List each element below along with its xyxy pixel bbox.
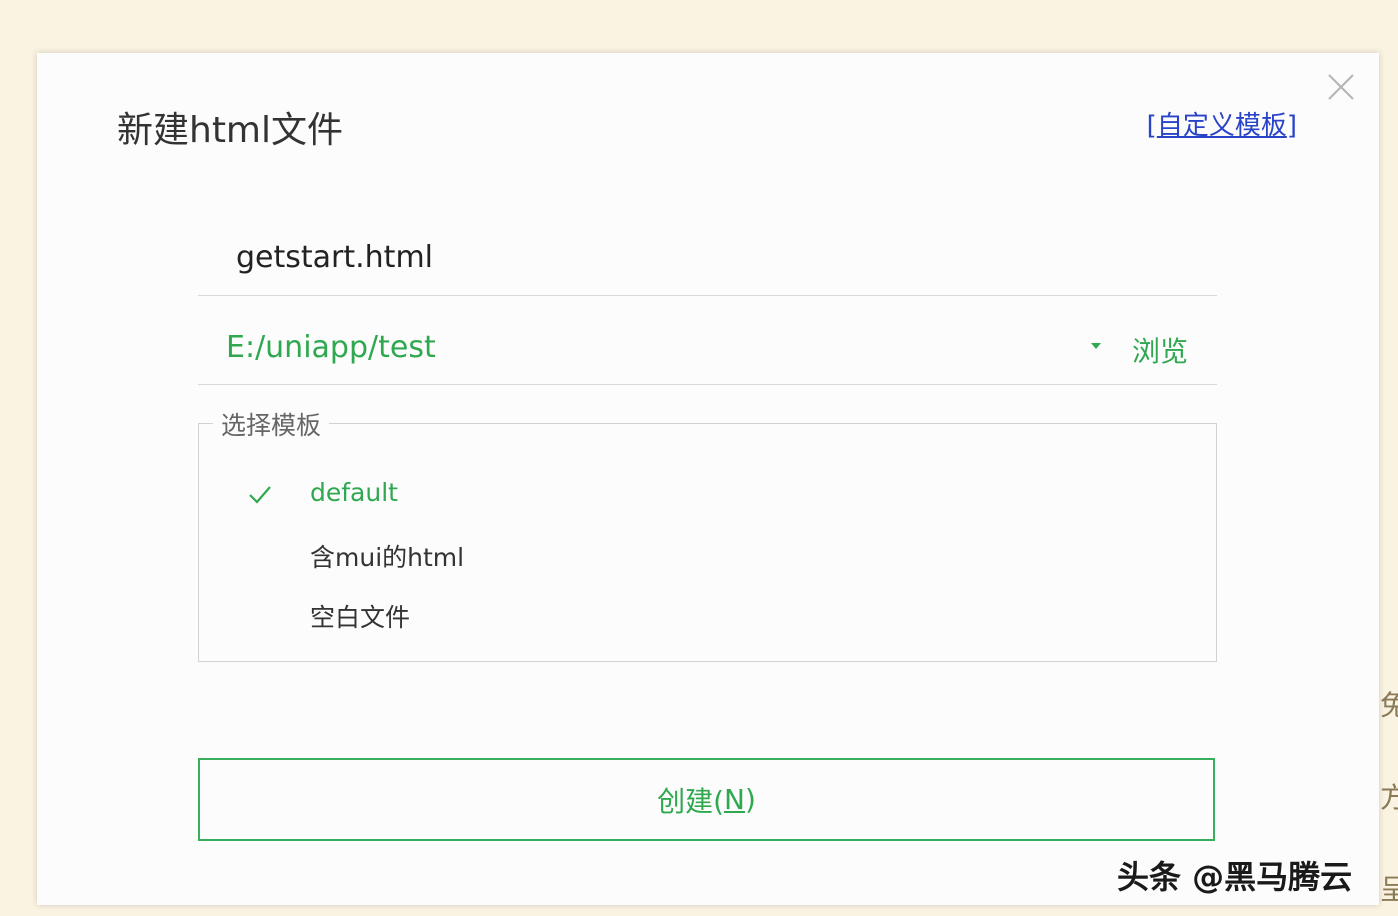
- watermark: 头条 @黑马腾云: [1117, 858, 1353, 896]
- template-group-legend: 选择模板: [213, 406, 330, 442]
- page-background: 免 方 呈 新建html文件 [自定义模板] E:/uniapp/test 浏览…: [0, 0, 1398, 916]
- create-button-label-prefix: 创建(: [657, 784, 725, 818]
- create-button-label-suffix: ): [744, 783, 756, 816]
- template-group: 选择模板 default 含mui的html 空白文件: [198, 406, 1217, 662]
- template-item-label: 空白文件: [310, 603, 411, 632]
- close-icon: [1328, 74, 1354, 100]
- link-close-bracket: ]: [1286, 111, 1297, 141]
- link-open-bracket: [: [1146, 111, 1157, 141]
- filename-input[interactable]: [234, 239, 1138, 276]
- dialog-title: 新建html文件: [117, 110, 344, 151]
- path-value[interactable]: E:/uniapp/test: [226, 330, 436, 365]
- create-button[interactable]: 创建(N): [198, 758, 1215, 841]
- template-item-label: 含mui的html: [310, 543, 465, 572]
- template-item-default[interactable]: default: [199, 468, 1216, 524]
- create-button-hotkey: N: [724, 783, 745, 816]
- background-text-char: 免: [1380, 689, 1398, 722]
- caret-down-icon: [1091, 343, 1101, 349]
- path-dropdown-button[interactable]: [1086, 336, 1106, 356]
- check-icon: [249, 486, 271, 504]
- path-field: E:/uniapp/test 浏览: [198, 318, 1217, 385]
- custom-template-link[interactable]: [自定义模板]: [1147, 105, 1297, 142]
- new-html-file-dialog: 新建html文件 [自定义模板] E:/uniapp/test 浏览 选择模板: [37, 53, 1379, 905]
- background-text-char: 呈: [1380, 873, 1398, 906]
- template-item-mui-html[interactable]: 含mui的html: [199, 528, 1216, 584]
- browse-button[interactable]: 浏览: [1132, 330, 1188, 370]
- close-button[interactable]: [1327, 73, 1355, 101]
- background-text-char: 方: [1380, 781, 1398, 814]
- link-text: 自定义模板: [1156, 111, 1287, 141]
- template-item-label: default: [310, 478, 398, 507]
- filename-field: [198, 229, 1217, 296]
- template-item-blank-file[interactable]: 空白文件: [199, 588, 1216, 644]
